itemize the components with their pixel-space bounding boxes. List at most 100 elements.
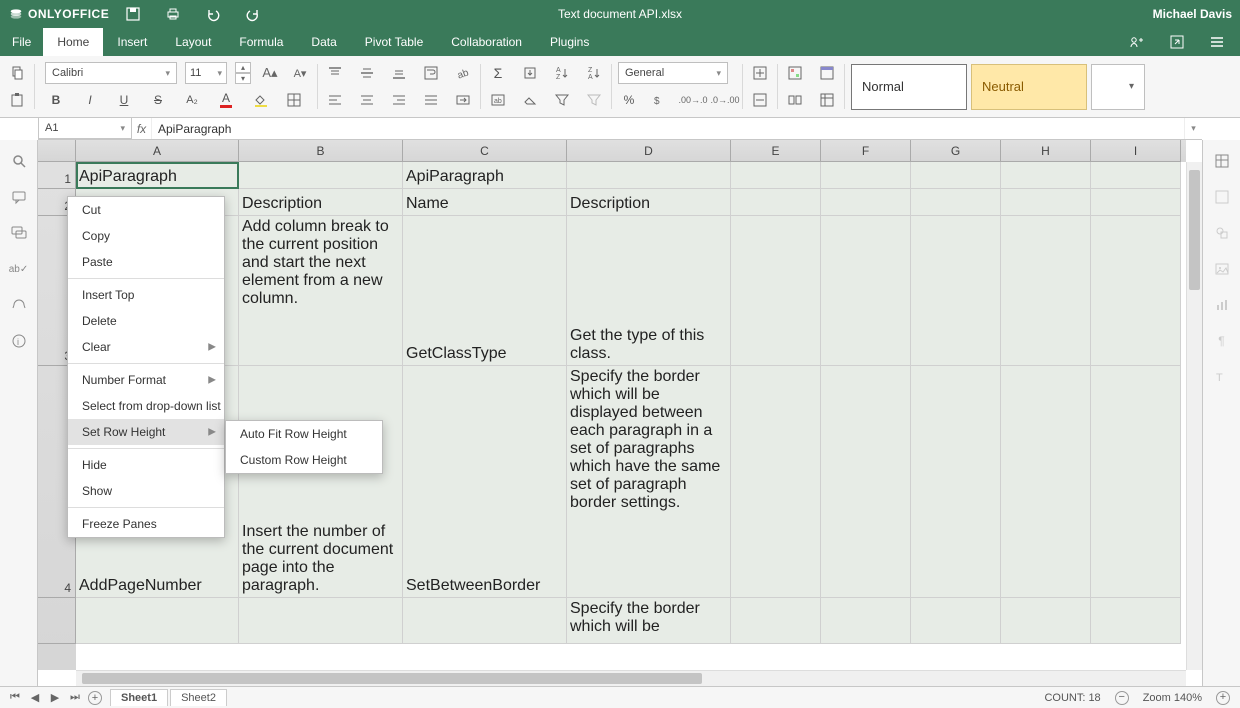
column-header[interactable]: F — [821, 140, 911, 162]
cell[interactable]: Get the type of this class. — [567, 216, 731, 366]
cell[interactable] — [731, 162, 821, 189]
subscript-button[interactable]: A₂ — [181, 89, 203, 111]
context-menu-item[interactable]: Set Row Height▶ — [68, 419, 224, 445]
user-name[interactable]: Michael Davis — [1153, 7, 1232, 21]
cell[interactable] — [567, 162, 731, 189]
percent-icon[interactable]: % — [618, 89, 640, 111]
conditional-format-icon[interactable] — [784, 62, 806, 84]
cell[interactable] — [1001, 162, 1091, 189]
font-color-button[interactable]: A — [215, 89, 237, 111]
italic-button[interactable]: I — [79, 89, 101, 111]
cell-style-neutral[interactable]: Neutral — [971, 64, 1087, 110]
cell[interactable] — [1001, 189, 1091, 216]
align-top-icon[interactable] — [324, 62, 346, 84]
redo-icon[interactable] — [245, 6, 261, 22]
row-header[interactable] — [38, 598, 76, 644]
clear-filter-icon[interactable] — [583, 89, 605, 111]
search-icon[interactable] — [10, 152, 28, 170]
cell[interactable] — [731, 189, 821, 216]
context-menu-item[interactable]: Copy — [68, 223, 224, 249]
tab-file[interactable]: File — [0, 28, 43, 56]
chat-icon[interactable] — [10, 224, 28, 242]
sheet-tab-1[interactable]: Sheet1 — [110, 689, 168, 706]
row-context-menu[interactable]: CutCopyPasteInsert TopDeleteClear▶Number… — [67, 196, 225, 538]
formula-expand-icon[interactable]: ▾ — [1184, 118, 1202, 139]
filter-icon[interactable] — [551, 89, 573, 111]
about-icon[interactable]: i — [10, 332, 28, 350]
accounting-icon[interactable]: $ — [650, 89, 672, 111]
fill-color-button[interactable] — [249, 89, 271, 111]
vertical-scrollbar[interactable] — [1186, 162, 1202, 670]
column-header[interactable]: G — [911, 140, 1001, 162]
cell[interactable] — [239, 162, 403, 189]
merge-icon[interactable] — [452, 89, 474, 111]
column-header[interactable]: E — [731, 140, 821, 162]
cell[interactable]: GetClassType — [403, 216, 567, 366]
increase-decimal-icon[interactable]: .0→.00 — [714, 89, 736, 111]
named-range-icon[interactable]: ab — [487, 89, 509, 111]
clear-icon[interactable] — [519, 89, 541, 111]
cell-settings-panel-icon[interactable] — [1213, 152, 1231, 170]
name-box[interactable]: A1▾ — [38, 118, 132, 139]
copy-button[interactable] — [6, 62, 28, 84]
align-center-icon[interactable] — [356, 89, 378, 111]
cell[interactable] — [1091, 598, 1181, 644]
cell[interactable] — [731, 598, 821, 644]
bold-button[interactable]: B — [45, 89, 67, 111]
menu-icon[interactable] — [1208, 33, 1226, 51]
context-menu-item[interactable]: Insert Top — [68, 282, 224, 308]
shape-settings-panel-icon[interactable] — [1213, 224, 1231, 242]
sort-desc-icon[interactable]: ZA — [583, 62, 605, 84]
undo-icon[interactable] — [205, 6, 221, 22]
column-header[interactable]: H — [1001, 140, 1091, 162]
cell[interactable] — [731, 216, 821, 366]
underline-button[interactable]: U — [113, 89, 135, 111]
cell[interactable] — [821, 598, 911, 644]
cell[interactable]: Add column break to the current position… — [239, 216, 403, 366]
zoom-label[interactable]: Zoom 140% — [1143, 692, 1202, 704]
font-size-up[interactable]: ▴ — [235, 62, 251, 73]
cell[interactable] — [76, 598, 239, 644]
cell[interactable] — [731, 366, 821, 598]
tab-data[interactable]: Data — [297, 28, 350, 56]
column-header[interactable]: B — [239, 140, 403, 162]
cell[interactable] — [1091, 216, 1181, 366]
cell[interactable] — [1001, 366, 1091, 598]
insert-cells-icon[interactable] — [749, 62, 771, 84]
decrease-decimal-icon[interactable]: .00→.0 — [682, 89, 704, 111]
zoom-out-icon[interactable]: − — [1115, 691, 1129, 705]
zoom-in-icon[interactable]: + — [1216, 691, 1230, 705]
image-settings-panel-icon[interactable] — [1213, 260, 1231, 278]
wrap-text-icon[interactable] — [420, 62, 442, 84]
cell[interactable]: Description — [567, 189, 731, 216]
cell[interactable] — [911, 189, 1001, 216]
context-menu-item[interactable]: Delete — [68, 308, 224, 334]
cell[interactable] — [1001, 598, 1091, 644]
tab-pivot-table[interactable]: Pivot Table — [351, 28, 437, 56]
cell[interactable]: Specify the border which will be — [567, 598, 731, 644]
textart-settings-panel-icon[interactable]: T — [1213, 368, 1231, 386]
row-header[interactable]: 1 — [38, 162, 76, 189]
cell[interactable] — [1091, 366, 1181, 598]
tab-formula[interactable]: Formula — [225, 28, 297, 56]
format-table-icon[interactable] — [816, 62, 838, 84]
cell[interactable]: Specify the border which will be display… — [567, 366, 731, 598]
autosum-icon[interactable]: Σ — [487, 62, 509, 84]
cell[interactable] — [1091, 189, 1181, 216]
context-menu-item[interactable]: Hide — [68, 452, 224, 478]
spellcheck-icon[interactable]: ab✓ — [10, 260, 28, 278]
column-header[interactable]: I — [1091, 140, 1181, 162]
sheet-next-icon[interactable]: ▶ — [48, 691, 62, 705]
context-menu-item[interactable]: Custom Row Height — [226, 447, 382, 473]
feedback-icon[interactable] — [10, 296, 28, 314]
cell[interactable]: SetBetweenBorder — [403, 366, 567, 598]
sort-asc-icon[interactable]: AZ — [551, 62, 573, 84]
cell[interactable] — [911, 216, 1001, 366]
cell-style-normal[interactable]: Normal — [851, 64, 967, 110]
cell-settings-icon[interactable] — [784, 89, 806, 111]
formula-input[interactable]: ApiParagraph — [152, 118, 1184, 139]
cell[interactable] — [911, 162, 1001, 189]
open-location-icon[interactable] — [1168, 33, 1186, 51]
fill-down-icon[interactable] — [519, 62, 541, 84]
print-icon[interactable] — [165, 6, 181, 22]
